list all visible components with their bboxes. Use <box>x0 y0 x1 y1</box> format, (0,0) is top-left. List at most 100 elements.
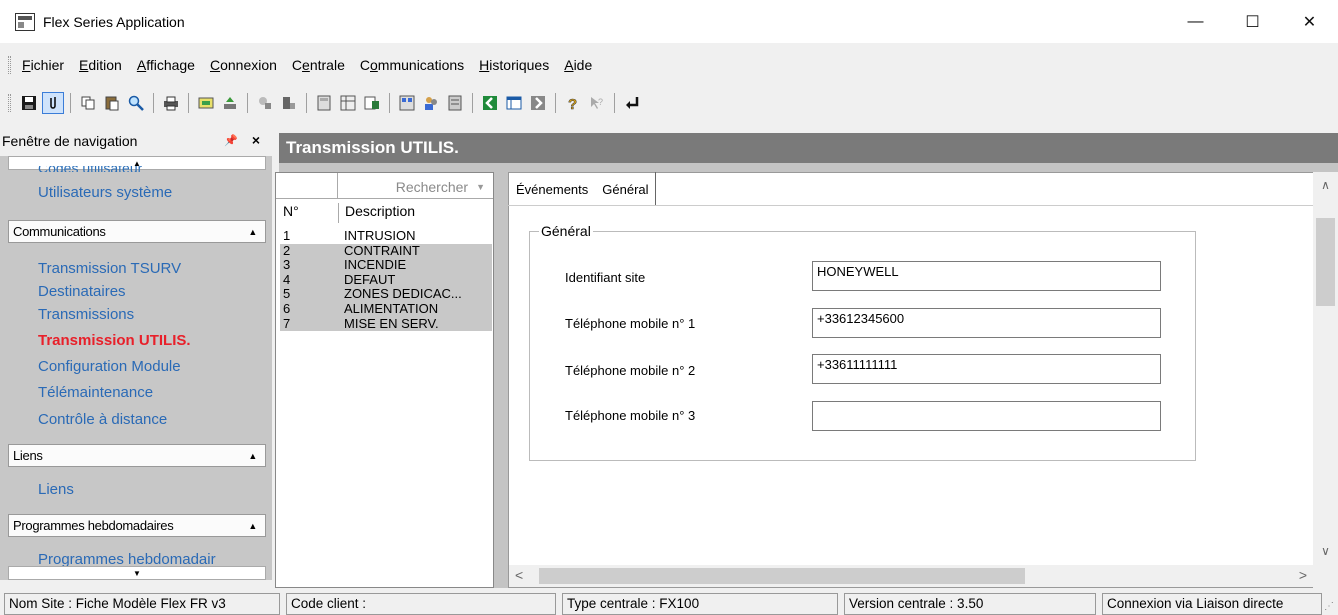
scroll-right-icon[interactable]: > <box>1299 567 1307 583</box>
print-icon[interactable] <box>160 92 182 114</box>
menu-fichier[interactable]: Fichier <box>17 57 74 73</box>
download-icon[interactable] <box>278 92 300 114</box>
save-icon[interactable] <box>18 92 40 114</box>
copy-icon[interactable] <box>77 92 99 114</box>
label-telephone-1: Téléphone mobile n° 1 <box>565 316 696 331</box>
tab-evenements[interactable]: Événements <box>508 172 594 205</box>
toolbar: ? ? <box>0 88 1338 118</box>
context-help-icon[interactable]: ? <box>586 92 608 114</box>
view-icon[interactable] <box>503 92 525 114</box>
menu-historiques[interactable]: Historiques <box>474 57 559 73</box>
nav-scroll-down-button[interactable]: ▼ <box>8 566 266 580</box>
users-icon[interactable] <box>420 92 442 114</box>
nav-item-transmission-tsurv[interactable]: Transmission TSURV <box>38 260 181 277</box>
upload-icon[interactable] <box>219 92 241 114</box>
forward-icon[interactable] <box>527 92 549 114</box>
list-icon[interactable] <box>444 92 466 114</box>
table-row[interactable]: 2 CONTRAINT <box>280 243 492 259</box>
scroll-down-icon[interactable]: ∨ <box>1313 544 1338 558</box>
nav-item-controle-a-distance[interactable]: Contrôle à distance <box>38 411 167 428</box>
menu-communications[interactable]: Communications <box>355 57 474 73</box>
status-version-centrale: Version centrale : 3.50 <box>844 593 1096 615</box>
vertical-scroll-thumb[interactable] <box>1316 218 1335 306</box>
pin-icon[interactable]: 📌 <box>224 134 238 147</box>
calc-icon[interactable] <box>313 92 335 114</box>
telephone-mobile-1-input[interactable]: +33612345600 <box>812 308 1161 338</box>
label-telephone-3: Téléphone mobile n° 3 <box>565 408 696 423</box>
nav-item-partial[interactable]: Codes utilisateur <box>38 166 142 172</box>
table-row[interactable]: 1 INTRUSION <box>280 228 492 244</box>
report-icon[interactable] <box>361 92 383 114</box>
nav-group-communications[interactable]: Communications ▲ <box>8 220 266 243</box>
telephone-mobile-2-input[interactable]: +33611111111 <box>812 354 1161 384</box>
vertical-scrollbar[interactable]: ∧ ∨ <box>1313 172 1338 566</box>
menu-edition[interactable]: Edition <box>74 57 132 73</box>
table-row[interactable]: 7 MISE EN SERV. <box>280 316 492 332</box>
panel-icon[interactable] <box>396 92 418 114</box>
dropdown-arrow-icon: ▼ <box>476 181 485 192</box>
maximize-button[interactable]: ☐ <box>1224 0 1281 43</box>
resize-grip-icon[interactable]: ⋰ <box>1324 601 1336 613</box>
nav-item-telemaintenance[interactable]: Télémaintenance <box>38 384 153 401</box>
nav-item-utilisateurs-systeme[interactable]: Utilisateurs système <box>38 184 172 201</box>
enter-icon[interactable] <box>621 92 643 114</box>
nav-item-liens[interactable]: Liens <box>38 481 74 498</box>
tab-general[interactable]: Général <box>594 172 656 205</box>
connect-icon[interactable] <box>195 92 217 114</box>
search-icon[interactable] <box>125 92 147 114</box>
scroll-left-icon[interactable]: < <box>515 567 523 583</box>
menu-grip[interactable] <box>8 56 11 74</box>
nav-item-destinataires[interactable]: Destinataires <box>38 283 126 300</box>
horizontal-scroll-thumb[interactable] <box>539 568 1025 584</box>
status-bar: Nom Site : Fiche Modèle Flex FR v3 Code … <box>0 590 1338 615</box>
tools-icon[interactable] <box>254 92 276 114</box>
status-type-centrale: Type centrale : FX100 <box>562 593 838 615</box>
paste-icon[interactable] <box>101 92 123 114</box>
scrollbar-corner <box>1313 566 1338 588</box>
table-row[interactable]: 4 DEFAUT <box>280 272 492 288</box>
collapse-icon[interactable]: ▲ <box>248 227 257 237</box>
table-row[interactable]: 3 INCENDIE <box>280 258 492 273</box>
menu-centrale[interactable]: Centrale <box>287 57 355 73</box>
horizontal-scrollbar[interactable]: < > <box>509 565 1313 587</box>
nav-group-programmes-hebdomadaires[interactable]: Programmes hebdomadaires ▲ <box>8 514 266 537</box>
status-client: Code client : <box>286 593 556 615</box>
menu-affichage[interactable]: Affichage <box>132 57 205 73</box>
window-controls: — ☐ ✕ <box>1167 0 1338 43</box>
toolbar-grip[interactable] <box>8 94 11 112</box>
nav-item-configuration-module[interactable]: Configuration Module <box>38 358 181 375</box>
label-identifiant-site: Identifiant site <box>565 270 646 285</box>
navigation-pane: ▲ Codes utilisateur Utilisateurs système… <box>0 156 272 580</box>
search-button[interactable]: Rechercher ▼ <box>374 176 489 197</box>
column-header-num[interactable]: N° <box>280 203 338 223</box>
nav-item-transmissions[interactable]: Transmissions <box>38 306 134 323</box>
event-list: Rechercher ▼ N° Description 1 INTRUSION 2… <box>275 172 494 588</box>
help-icon[interactable]: ? <box>562 92 584 114</box>
close-nav-icon[interactable]: × <box>252 132 260 148</box>
menu-aide[interactable]: Aide <box>559 57 602 73</box>
menu-bar: Fichier Edition Affichage Connexion Cent… <box>0 52 1338 78</box>
status-site: Nom Site : Fiche Modèle Flex FR v3 <box>4 593 280 615</box>
menu-connexion[interactable]: Connexion <box>205 57 287 73</box>
attach-icon[interactable] <box>42 92 64 114</box>
back-icon[interactable] <box>479 92 501 114</box>
table-row[interactable]: 5 ZONES DEDICAC... <box>280 287 492 302</box>
telephone-mobile-3-input[interactable] <box>812 401 1161 431</box>
minimize-button[interactable]: — <box>1167 0 1224 43</box>
collapse-icon[interactable]: ▲ <box>248 521 257 531</box>
status-connexion: Connexion via Liaison directe <box>1102 593 1322 615</box>
scroll-up-icon[interactable]: ∧ <box>1313 178 1338 192</box>
grid-icon[interactable] <box>337 92 359 114</box>
search-input[interactable] <box>276 173 338 199</box>
toolbar-separator <box>70 93 71 113</box>
column-header-description[interactable]: Description <box>338 203 492 223</box>
navigation-header: Fenêtre de navigation 📌 × <box>0 126 272 156</box>
nav-item-transmission-utilis[interactable]: Transmission UTILIS. <box>38 332 191 349</box>
nav-group-liens[interactable]: Liens ▲ <box>8 444 266 467</box>
close-button[interactable]: ✕ <box>1281 0 1338 43</box>
panel-title: Transmission UTILIS. <box>279 133 1338 163</box>
collapse-icon[interactable]: ▲ <box>248 451 257 461</box>
identifiant-site-input[interactable]: HONEYWELL <box>812 261 1161 291</box>
svg-text:?: ? <box>568 96 577 111</box>
table-row[interactable]: 6 ALIMENTATION <box>280 301 492 317</box>
